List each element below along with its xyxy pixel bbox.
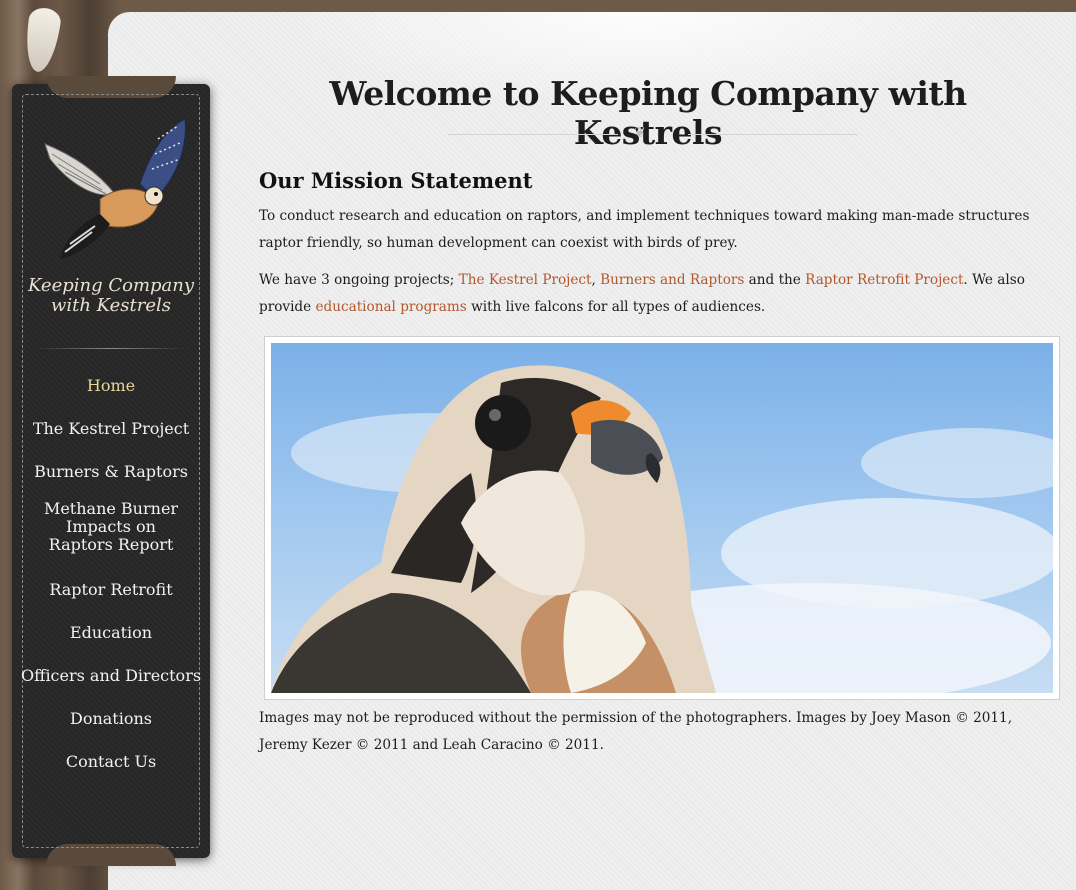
main-nav: Home The Kestrel Project Burners & Rapto…	[12, 376, 210, 771]
logo-text-line1: Keeping Company	[27, 275, 195, 296]
nav-item-raptor-retrofit[interactable]: Raptor Retrofit	[12, 580, 210, 599]
link-kestrel-project[interactable]: The Kestrel Project	[459, 272, 592, 288]
kestrel-photo-image	[271, 365, 1053, 693]
link-educational-programs[interactable]: educational programs	[315, 299, 466, 315]
kestrel-photo	[271, 343, 1053, 693]
mission-text: To conduct research and education on rap…	[259, 208, 1030, 251]
projects-prefix: We have 3 ongoing projects;	[259, 272, 459, 288]
projects-sep2: and the	[744, 272, 806, 288]
nav-item-home[interactable]: Home	[12, 376, 210, 395]
sidebar-divider	[36, 348, 186, 349]
flourish-icon: ❦	[634, 125, 646, 141]
projects-sep1: ,	[591, 272, 601, 288]
link-raptor-retrofit[interactable]: Raptor Retrofit Project	[805, 272, 963, 288]
sidebar: Keeping Company with Kestrels Home The K…	[12, 76, 210, 866]
nav-item-officers-directors[interactable]: Officers and Directors	[12, 666, 210, 685]
link-burners-raptors[interactable]: Burners and Raptors	[600, 272, 744, 288]
nav-item-contact-us[interactable]: Contact Us	[12, 752, 210, 771]
photo-credits: Images may not be reproduced without the…	[259, 710, 1013, 753]
projects-suffix: with live falcons for all types of audie…	[466, 299, 766, 315]
nav-item-kestrel-project[interactable]: The Kestrel Project	[12, 419, 210, 438]
section-title: Our Mission Statement	[259, 168, 533, 193]
logo-text-line2: with Kestrels	[50, 295, 172, 316]
projects-text: We have 3 ongoing projects; The Kestrel …	[259, 267, 1049, 321]
logo-text[interactable]: Keeping Company with Kestrels	[12, 276, 210, 316]
ornament-line-left	[448, 134, 618, 135]
title-ornament: ❦	[448, 125, 858, 141]
nav-item-methane-report[interactable]: Methane Burner Impacts on Raptors Report	[36, 500, 186, 554]
photo-frame	[264, 336, 1060, 700]
nav-item-donations[interactable]: Donations	[12, 709, 210, 728]
page-title: Welcome to Keeping Company with Kestrels	[329, 74, 967, 152]
kestrel-logo[interactable]	[40, 114, 190, 274]
ornament-line-right	[688, 134, 858, 135]
nav-item-education[interactable]: Education	[12, 623, 210, 642]
nav-item-burners-raptors[interactable]: Burners & Raptors	[12, 462, 210, 481]
